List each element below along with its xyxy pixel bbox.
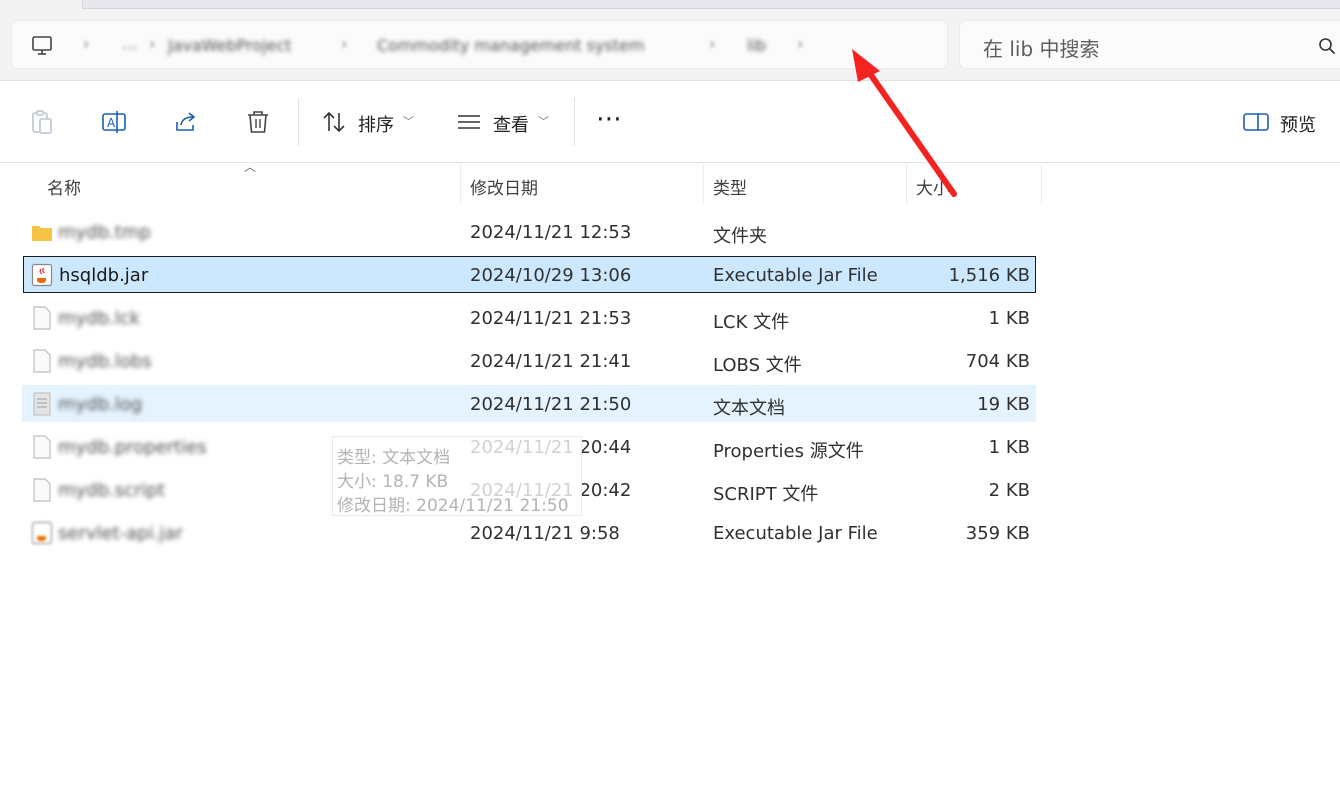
file-row[interactable]: servlet-api.jar 2024/11/21 9:58 Executab… bbox=[22, 514, 1036, 551]
file-type: Executable Jar File bbox=[713, 265, 878, 286]
view-button[interactable]: 查看 bbox=[493, 111, 529, 137]
tooltip-size: 大小: 18.7 KB bbox=[337, 472, 449, 492]
file-icon bbox=[33, 435, 51, 459]
file-name: mydb.script bbox=[58, 480, 165, 501]
chevron-down-icon[interactable]: ﹀ bbox=[538, 113, 549, 129]
preview-pane-icon[interactable] bbox=[1242, 108, 1270, 136]
column-header-type[interactable]: 类型 bbox=[713, 174, 747, 199]
file-modified: 2024/11/21 21:41 bbox=[470, 351, 632, 372]
column-divider[interactable] bbox=[703, 164, 704, 204]
file-type: 文本文档 bbox=[713, 398, 785, 419]
search-icon[interactable] bbox=[1318, 37, 1336, 55]
delete-icon[interactable] bbox=[244, 108, 272, 136]
file-icon bbox=[33, 349, 51, 373]
paste-icon[interactable] bbox=[28, 108, 56, 136]
share-icon[interactable] bbox=[172, 108, 200, 136]
file-size: 2 KB bbox=[988, 480, 1030, 501]
file-name: hsqldb.jar bbox=[59, 265, 149, 286]
file-row[interactable]: mydb.tmp 2024/11/21 12:53 文件夹 bbox=[22, 213, 1036, 250]
file-size: 1,516 KB bbox=[948, 265, 1030, 286]
toolbar-divider bbox=[298, 98, 299, 146]
file-type: SCRIPT 文件 bbox=[713, 484, 819, 505]
file-modified: 2024/11/21 21:53 bbox=[470, 308, 632, 329]
file-name: mydb.lobs bbox=[58, 351, 152, 372]
column-header-name[interactable]: 名称 bbox=[47, 174, 81, 199]
svg-text:A: A bbox=[107, 116, 116, 130]
search-placeholder: 在 lib 中搜索 bbox=[983, 37, 1100, 61]
file-info-tooltip: 类型: 文本文档 大小: 18.7 KB 修改日期: 2024/11/21 21… bbox=[333, 437, 581, 516]
file-row-selected[interactable]: hsqldb.jar 2024/10/29 13:06 Executable J… bbox=[23, 256, 1036, 293]
file-size: 1 KB bbox=[988, 437, 1030, 458]
breadcrumb-separator[interactable]: › bbox=[341, 34, 347, 53]
file-modified: 2024/11/21 12:53 bbox=[470, 222, 632, 243]
view-icon[interactable] bbox=[455, 108, 483, 136]
file-name: mydb.properties bbox=[58, 437, 207, 458]
file-name: mydb.tmp bbox=[58, 222, 151, 243]
column-divider[interactable] bbox=[1041, 164, 1042, 204]
sort-icon[interactable] bbox=[320, 108, 348, 136]
more-options-button[interactable]: ⋯ bbox=[596, 104, 623, 134]
java-jar-icon bbox=[31, 521, 53, 545]
file-type: LOBS 文件 bbox=[713, 355, 802, 376]
java-jar-icon bbox=[31, 263, 53, 287]
file-modified: 2024/11/21 21:50 bbox=[470, 394, 632, 415]
file-modified: 2024/11/21 9:58 bbox=[470, 523, 620, 544]
file-row[interactable]: mydb.lobs 2024/11/21 21:41 LOBS 文件 704 K… bbox=[22, 342, 1036, 379]
file-size: 359 KB bbox=[965, 523, 1030, 544]
column-divider[interactable] bbox=[906, 164, 907, 204]
breadcrumb-separator[interactable]: › bbox=[797, 34, 803, 53]
file-name: mydb.lck bbox=[58, 308, 141, 329]
breadcrumb-item[interactable]: JavaWebProject bbox=[168, 36, 291, 55]
preview-button[interactable]: 预览 bbox=[1280, 111, 1316, 137]
file-row[interactable]: mydb.lck 2024/11/21 21:53 LCK 文件 1 KB bbox=[22, 299, 1036, 336]
text-document-icon bbox=[33, 392, 51, 416]
file-icon bbox=[33, 478, 51, 502]
breadcrumb-separator[interactable]: › bbox=[83, 34, 89, 53]
breadcrumb-item-current[interactable]: lib bbox=[747, 36, 766, 55]
tooltip-type: 类型: 文本文档 bbox=[337, 448, 451, 468]
file-size: 1 KB bbox=[988, 308, 1030, 329]
column-header-size[interactable]: 大小 bbox=[916, 174, 950, 199]
file-type: LCK 文件 bbox=[713, 312, 790, 333]
file-type: 文件夹 bbox=[713, 226, 767, 247]
file-name: mydb.log bbox=[58, 394, 143, 415]
breadcrumb-item[interactable]: Commodity management system bbox=[377, 36, 644, 55]
file-size: 19 KB bbox=[977, 394, 1030, 415]
sort-button[interactable]: 排序 bbox=[358, 111, 394, 137]
file-type: Executable Jar File bbox=[713, 523, 878, 544]
file-size: 704 KB bbox=[965, 351, 1030, 372]
file-type: Properties 源文件 bbox=[713, 441, 864, 462]
rename-icon[interactable]: A bbox=[100, 108, 128, 136]
column-divider[interactable] bbox=[460, 164, 461, 204]
breadcrumb-separator[interactable]: › bbox=[709, 34, 715, 53]
column-header-modified[interactable]: 修改日期 bbox=[470, 174, 538, 199]
chevron-down-icon[interactable]: ﹀ bbox=[403, 113, 414, 129]
command-bar bbox=[0, 81, 1340, 163]
breadcrumb-separator[interactable]: › bbox=[149, 34, 155, 53]
folder-icon bbox=[32, 226, 52, 241]
this-pc-icon[interactable] bbox=[30, 34, 54, 58]
breadcrumb-overflow[interactable]: … bbox=[122, 34, 138, 53]
tooltip-date: 修改日期: 2024/11/21 21:50 bbox=[337, 496, 569, 516]
tab-strip-edge bbox=[82, 0, 1340, 9]
toolbar-divider bbox=[574, 98, 575, 146]
file-name: servlet-api.jar bbox=[58, 523, 183, 544]
file-icon bbox=[33, 306, 51, 330]
file-row-hovered[interactable]: mydb.log 2024/11/21 21:50 文本文档 19 KB bbox=[22, 385, 1036, 422]
file-modified: 2024/10/29 13:06 bbox=[470, 265, 632, 286]
sort-ascending-icon: ︿ bbox=[244, 160, 257, 174]
